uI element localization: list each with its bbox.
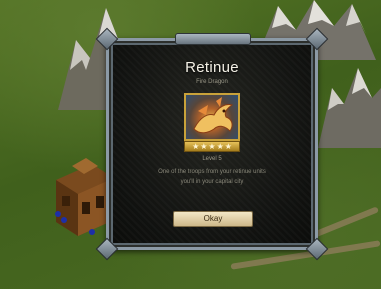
frame-corner-bottom-left	[95, 237, 119, 261]
unit-name: Fire Dragon	[196, 79, 228, 85]
star-rating: ★ ★ ★ ★ ★	[184, 141, 240, 152]
dialog-title: Retinue	[185, 59, 239, 76]
star-icon: ★	[192, 141, 200, 151]
dialog-description: One of the troops from your retinue unit…	[129, 167, 295, 187]
unit-level: Level 5	[202, 156, 222, 162]
game-map-view[interactable]: Retinue Fire Dragon ★ ★ ★ ★ ★ Level 5 On…	[0, 0, 381, 289]
fire-dragon-portrait-icon	[184, 93, 240, 141]
star-icon: ★	[200, 141, 208, 151]
star-icon: ★	[208, 141, 216, 151]
dragon-icon	[193, 97, 234, 134]
dialog-header-tab	[175, 33, 251, 45]
mountain-right	[318, 68, 381, 148]
okay-button[interactable]: Okay	[173, 211, 253, 227]
star-icon: ★	[216, 141, 224, 151]
description-line: you'll in your capital city	[180, 179, 244, 185]
description-line: One of the troops from your retinue unit…	[158, 169, 266, 175]
retinue-dialog: Retinue Fire Dragon ★ ★ ★ ★ ★ Level 5 On…	[95, 27, 329, 261]
star-icon: ★	[224, 141, 232, 151]
